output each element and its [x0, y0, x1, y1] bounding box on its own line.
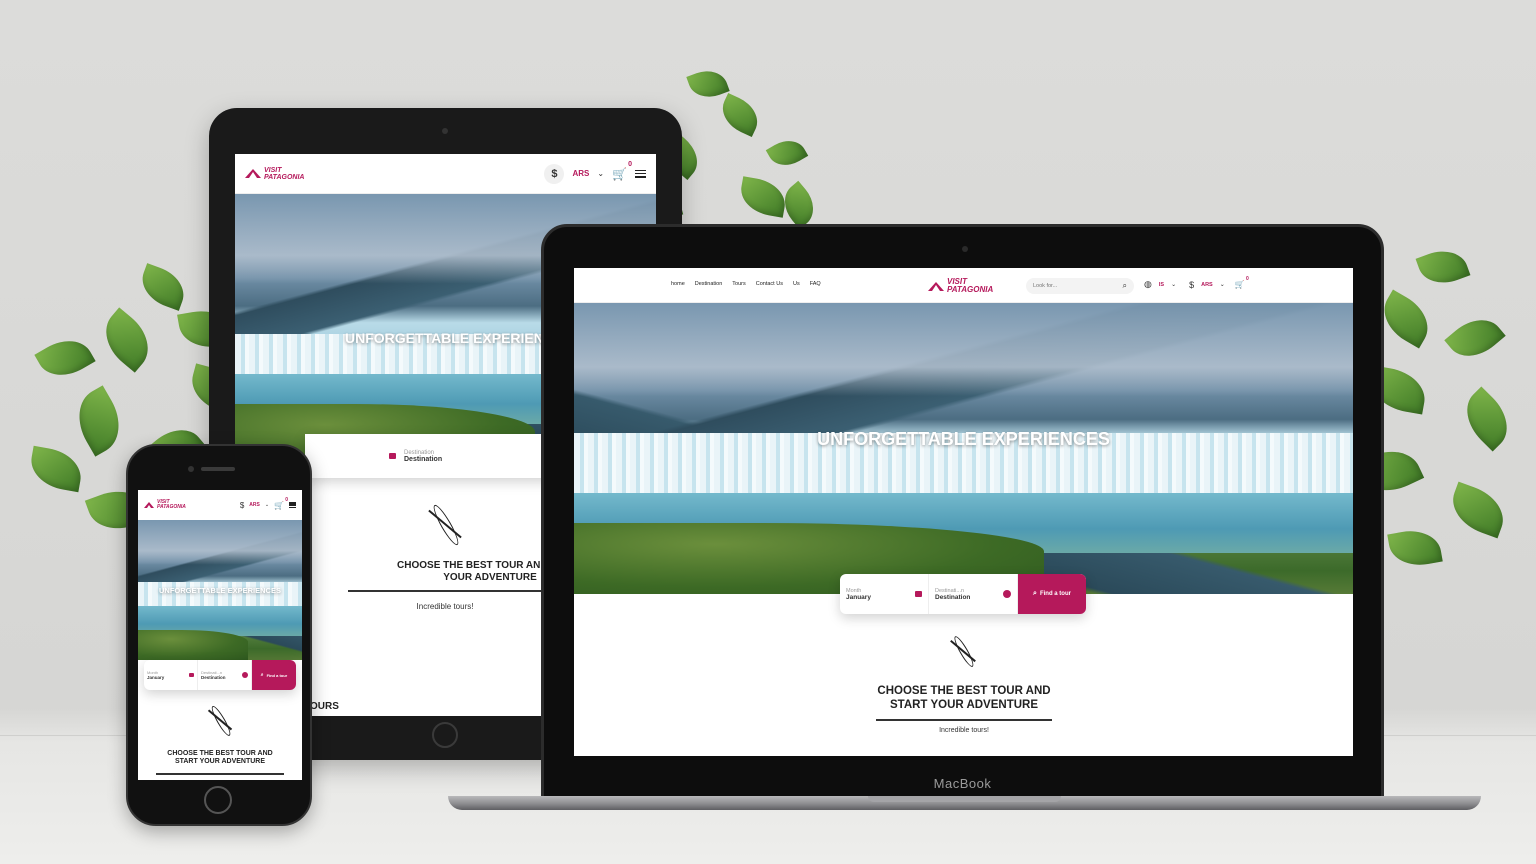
phone-header: VISIT PATAGONIA $ ARS ⌄ 🛒 0	[138, 490, 302, 520]
chevron-down-icon: ⌄	[1219, 282, 1225, 288]
month-value: January	[147, 675, 165, 680]
dest-value: Destination	[935, 593, 971, 601]
currency-button[interactable]: $	[544, 163, 565, 184]
main-nav: home Destination Tours Contact Us Us FAQ	[671, 281, 821, 287]
tablet-header: VISIT PATAGONIA $ ARS ⌄ 🛒 0	[235, 154, 656, 194]
nav-destination[interactable]: Destination	[695, 281, 723, 287]
calendar-icon	[189, 673, 194, 677]
phone-logo[interactable]: VISIT PATAGONIA	[144, 500, 186, 511]
laptop-camera	[962, 246, 968, 252]
search-input[interactable]	[1033, 283, 1103, 289]
month-field[interactable]: Month January	[144, 660, 198, 690]
section-title: CHOOSE THE BEST TOUR AND START YOUR ADVEN…	[167, 750, 273, 766]
kayak-icon	[420, 499, 470, 549]
phone-home-button	[204, 786, 232, 814]
section-underline	[156, 773, 284, 775]
calendar-icon	[389, 453, 396, 459]
phone-device: VISIT PATAGONIA $ ARS ⌄ 🛒 0 UNFORGETTABLE …	[126, 444, 312, 826]
laptop-tour-search: Month January Destinati...n Destination …	[840, 574, 1086, 614]
find-tour-label: Find a tour	[266, 672, 288, 678]
compass-icon	[242, 672, 248, 678]
section-subtitle: Incredible tours!	[939, 727, 989, 734]
hero-title: UNFORGETTABLE EXPERIENCES	[159, 586, 281, 595]
tablet-logo[interactable]: VISIT PATAGONIA	[245, 167, 304, 181]
laptop-header: home Destination Tours Contact Us Us FAQ…	[574, 268, 1353, 303]
section-underline	[348, 590, 553, 592]
dest-value: Destination	[201, 675, 226, 680]
cart-badge: 0	[285, 496, 288, 503]
cart-icon[interactable]: 🛒 0	[612, 161, 632, 181]
tours-heading: OURS	[310, 701, 339, 712]
month-field[interactable]: Month January	[840, 574, 929, 614]
laptop-brand-label: MacBook	[933, 776, 992, 791]
laptop-screen: home Destination Tours Contact Us Us FAQ…	[574, 268, 1353, 756]
laptop-base	[448, 796, 1481, 810]
cart-icon[interactable]: 🛒 0	[274, 497, 288, 510]
nav-faq[interactable]: FAQ	[810, 281, 821, 287]
destination-field[interactable]: Destinati...n Destination	[198, 660, 252, 690]
kayak-icon	[202, 702, 238, 738]
compass-icon	[1003, 590, 1011, 598]
language-select[interactable]: IS	[1159, 282, 1164, 288]
currency-button[interactable]: $	[1189, 280, 1194, 290]
menu-icon[interactable]	[635, 169, 646, 178]
laptop-device: home Destination Tours Contact Us Us FAQ…	[541, 224, 1384, 802]
section-underline	[876, 719, 1052, 721]
mountain-logo-icon	[245, 169, 261, 178]
cart-icon[interactable]: 🛒 0	[1235, 276, 1249, 289]
find-tour-button[interactable]: ⌕ Find a tour	[252, 660, 296, 690]
nav-contact[interactable]: Contact Us	[756, 281, 783, 287]
cart-badge: 0	[1245, 276, 1249, 282]
destination-field[interactable]: Destinati...n Destination	[929, 574, 1018, 614]
phone-speaker	[201, 467, 235, 471]
mountain-logo-icon	[928, 281, 944, 291]
laptop-logo[interactable]: VISIT PATAGONIA	[928, 278, 993, 294]
globe-icon[interactable]: ◍	[1144, 279, 1152, 290]
logo-line2: PATAGONIA	[947, 285, 994, 294]
logo-line2: PATAGONIA	[264, 173, 305, 181]
nav-tours[interactable]: Tours	[732, 281, 745, 287]
section-title: CHOOSE THE BEST TOUR AND START YOUR ADVEN…	[877, 685, 1051, 711]
currency-select[interactable]: ARS	[249, 502, 260, 508]
chevron-down-icon: ⌄	[264, 502, 270, 508]
chevron-down-icon: ⌄	[597, 169, 605, 178]
kayak-icon	[944, 632, 982, 670]
search-icon: ⌕	[260, 672, 264, 678]
phone-screen: VISIT PATAGONIA $ ARS ⌄ 🛒 0 UNFORGETTABLE …	[138, 490, 302, 780]
chevron-down-icon: ⌄	[1171, 282, 1177, 288]
phone-hero: UNFORGETTABLE EXPERIENCES	[138, 520, 302, 660]
currency-button[interactable]: $	[240, 501, 244, 510]
calendar-icon	[915, 591, 922, 597]
find-tour-label: Find a tour	[1039, 591, 1071, 597]
phone-tour-search: Month January Destinati...n Destination …	[144, 660, 296, 690]
section-subtitle: Incredible tours!	[416, 602, 474, 611]
mountain-logo-icon	[144, 502, 154, 511]
nav-home[interactable]: home	[671, 281, 685, 287]
month-value: January	[846, 593, 871, 601]
hero-title: UNFORGETTABLE EXPERIENCES	[817, 429, 1110, 449]
nav-us[interactable]: Us	[793, 281, 800, 287]
cart-badge: 0	[628, 160, 632, 168]
menu-icon[interactable]	[289, 502, 296, 508]
search-icon: ⌕	[1033, 590, 1037, 597]
find-tour-button[interactable]: ⌕ Find a tour	[1018, 574, 1086, 614]
laptop-hero: UNFORGETTABLE EXPERIENCES	[574, 303, 1353, 594]
search-icon[interactable]: ⌕	[1123, 281, 1127, 291]
search-box: ⌕	[1026, 278, 1134, 294]
currency-select[interactable]: ARS	[1201, 282, 1213, 288]
tablet-camera	[442, 128, 448, 134]
logo-line2: PATAGONIA	[157, 504, 186, 510]
logo-line1: VISIT	[264, 166, 282, 174]
tablet-home-button	[432, 722, 458, 748]
currency-select[interactable]: ARS	[572, 169, 589, 178]
phone-camera	[188, 466, 194, 472]
